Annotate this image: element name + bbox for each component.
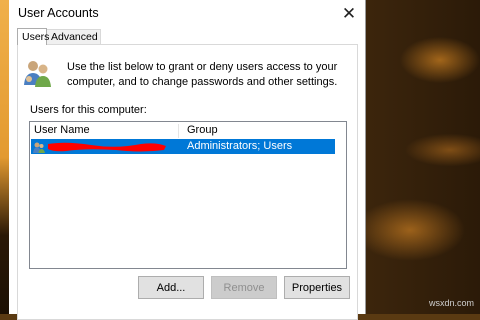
users-icon xyxy=(24,61,51,87)
intro-text: Use the list below to grant or deny user… xyxy=(67,61,338,88)
add-button[interactable]: Add... xyxy=(138,276,204,299)
users-list[interactable]: User Name Group Administrators; Users xyxy=(29,121,347,269)
close-button[interactable]: ✕ xyxy=(336,2,362,26)
tab-advanced[interactable]: Advanced xyxy=(47,29,101,44)
watermark: wsxdn.com xyxy=(428,298,474,308)
close-icon: ✕ xyxy=(341,4,357,23)
desktop-left-edge xyxy=(0,0,9,314)
redacted-user-name xyxy=(48,142,166,152)
window-title: User Accounts xyxy=(18,6,99,20)
column-header-user-name[interactable]: User Name xyxy=(34,124,90,136)
remove-button: Remove xyxy=(211,276,277,299)
user-row-icon xyxy=(33,142,45,153)
column-separator[interactable] xyxy=(178,124,179,138)
table-row[interactable]: Administrators; Users xyxy=(31,139,335,154)
column-header-group[interactable]: Group xyxy=(187,124,218,136)
users-list-label: Users for this computer: xyxy=(30,104,147,116)
row-group: Administrators; Users xyxy=(187,140,293,152)
properties-button[interactable]: Properties xyxy=(284,276,350,299)
title-bar: User Accounts ✕ xyxy=(9,0,366,28)
tab-users[interactable]: Users xyxy=(17,28,49,45)
